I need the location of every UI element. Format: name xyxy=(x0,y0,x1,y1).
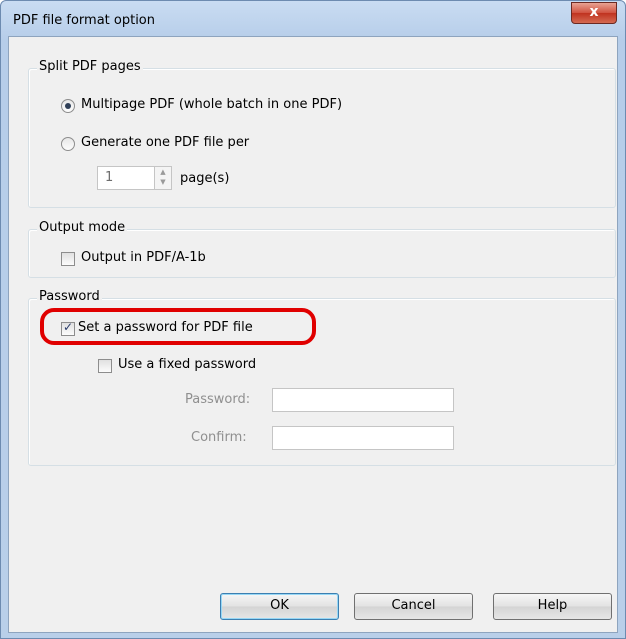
stepper-up-icon[interactable]: ▲ xyxy=(155,167,171,177)
password-field-label: Password: xyxy=(185,392,251,407)
fixed-password-label[interactable]: Use a fixed password xyxy=(118,357,256,372)
password-input[interactable] xyxy=(272,388,454,412)
pdfa-checkbox[interactable] xyxy=(61,252,75,266)
multipage-label[interactable]: Multipage PDF (whole batch in one PDF) xyxy=(81,97,342,112)
window-title: PDF file format option xyxy=(13,13,156,28)
pages-unit-label: page(s) xyxy=(180,171,230,186)
close-icon[interactable]: x xyxy=(589,4,598,20)
confirm-input[interactable] xyxy=(272,426,454,450)
title-bar[interactable]: PDF file format option x xyxy=(1,1,625,37)
pages-stepper[interactable]: 1 ▲ ▼ xyxy=(97,166,172,190)
split-pdf-group-label: Split PDF pages xyxy=(37,59,143,74)
close-button[interactable]: x xyxy=(571,2,617,24)
password-group-label: Password xyxy=(37,289,102,304)
cancel-button[interactable]: Cancel xyxy=(354,593,473,620)
per-page-radio[interactable] xyxy=(61,137,75,151)
highlight-annotation xyxy=(40,308,316,345)
output-mode-group-label: Output mode xyxy=(37,220,128,235)
confirm-field-label: Confirm: xyxy=(191,430,247,445)
stepper-arrows[interactable]: ▲ ▼ xyxy=(154,167,171,189)
per-page-label[interactable]: Generate one PDF file per xyxy=(81,135,249,150)
stepper-down-icon[interactable]: ▼ xyxy=(155,177,171,187)
pdfa-label[interactable]: Output in PDF/A-1b xyxy=(81,250,206,265)
fixed-password-checkbox[interactable] xyxy=(98,359,112,373)
help-button[interactable]: Help xyxy=(493,593,612,620)
multipage-radio[interactable] xyxy=(61,99,75,113)
ok-button[interactable]: OK xyxy=(220,593,339,620)
pages-stepper-value[interactable]: 1 xyxy=(105,170,113,185)
